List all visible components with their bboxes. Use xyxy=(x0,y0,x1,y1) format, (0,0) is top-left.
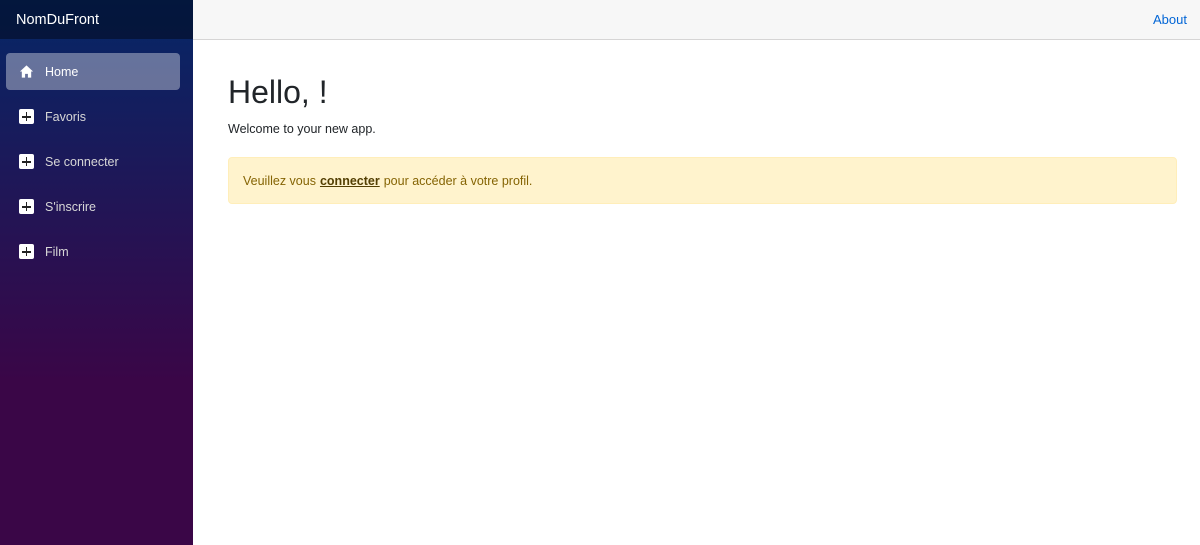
plus-icon xyxy=(19,109,34,124)
nav-item-label: Home xyxy=(45,64,79,79)
login-alert: Veuillez vous connecter pour accéder à v… xyxy=(228,157,1177,204)
nav-item-home[interactable]: Home xyxy=(6,53,180,90)
nav-menu: Home Favoris Se connecter S'inscrire Fil… xyxy=(0,39,193,270)
plus-icon xyxy=(19,199,34,214)
main-content: Hello, ! Welcome to your new app. Veuill… xyxy=(228,74,1177,204)
plus-icon xyxy=(19,154,34,169)
nav-item-film[interactable]: Film xyxy=(6,233,180,270)
welcome-text: Welcome to your new app. xyxy=(228,122,376,136)
sidebar: NomDuFront Home Favoris Se connecter S'i… xyxy=(0,0,193,545)
brand-bar: NomDuFront xyxy=(0,0,193,39)
nav-item-sinscrire[interactable]: S'inscrire xyxy=(6,188,180,225)
alert-text-after: pour accéder à votre profil. xyxy=(383,173,533,188)
home-icon xyxy=(19,64,34,79)
nav-item-label: Film xyxy=(45,244,69,259)
nav-item-label: Favoris xyxy=(45,109,86,124)
nav-item-label: Se connecter xyxy=(45,154,119,169)
nav-item-se-connecter[interactable]: Se connecter xyxy=(6,143,180,180)
alert-text-before: Veuillez vous xyxy=(243,173,316,188)
about-link[interactable]: About xyxy=(1153,12,1187,27)
brand-link[interactable]: NomDuFront xyxy=(16,12,99,28)
login-link[interactable]: connecter xyxy=(320,174,380,188)
nav-item-favoris[interactable]: Favoris xyxy=(6,98,180,135)
page-title: Hello, ! xyxy=(228,74,328,110)
top-row: About xyxy=(193,0,1200,40)
nav-item-label: S'inscrire xyxy=(45,199,97,214)
plus-icon xyxy=(19,244,34,259)
